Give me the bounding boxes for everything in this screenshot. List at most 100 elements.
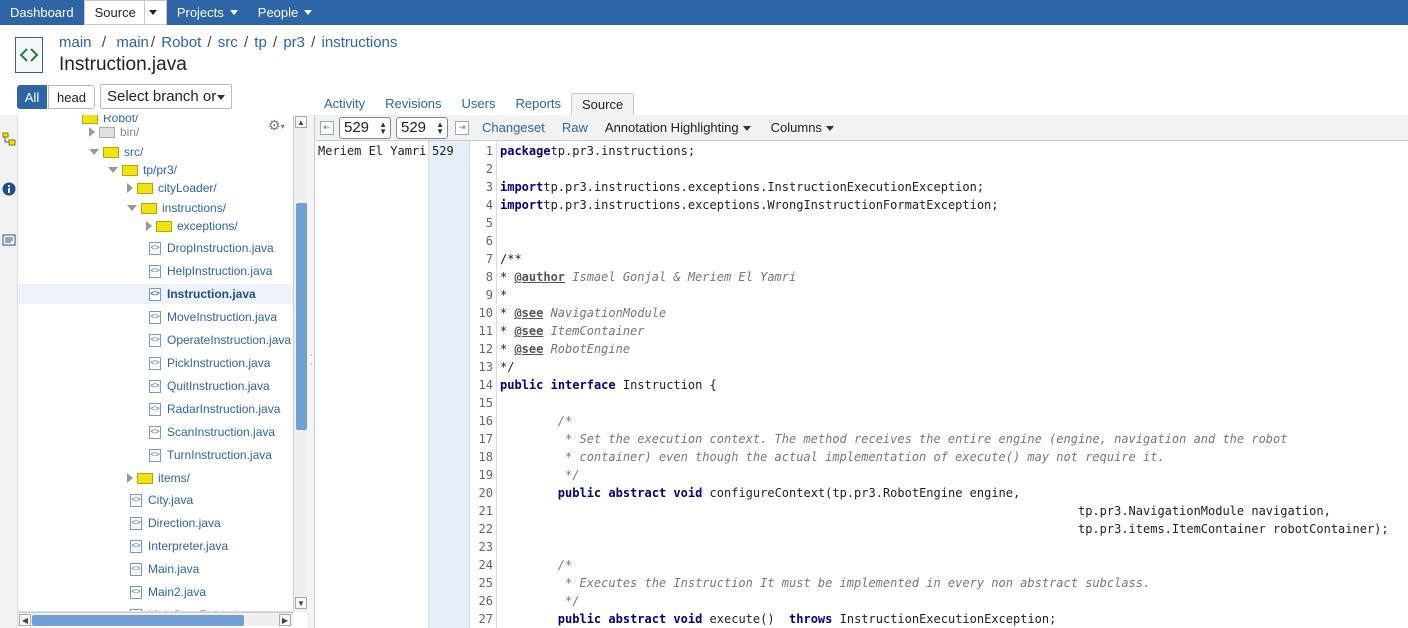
filter-all-button[interactable]: All xyxy=(17,85,47,109)
tree-folder-item[interactable]: items/ xyxy=(18,468,293,488)
tree-file-item[interactable]: <> PickInstruction.java xyxy=(18,353,293,373)
nav-people[interactable]: People xyxy=(248,0,322,25)
line-number[interactable]: 8 xyxy=(486,268,493,286)
breadcrumb-tp[interactable]: tp xyxy=(254,34,267,51)
tree-file-item[interactable]: <> TurnInstruction.java xyxy=(18,445,293,465)
tree-folder-item[interactable]: bin/ xyxy=(18,122,293,142)
annotation-author[interactable]: Meriem El Yamri xyxy=(318,142,426,160)
tab-revisions[interactable]: Revisions xyxy=(375,93,451,115)
collapsed-arrow-icon[interactable] xyxy=(89,127,95,137)
line-number[interactable]: 9 xyxy=(486,286,493,304)
info-icon[interactable] xyxy=(1,181,17,197)
line-number[interactable]: 3 xyxy=(486,178,493,196)
line-number[interactable]: 10 xyxy=(479,304,493,322)
tree-file-item[interactable]: <> MoveInstruction.java xyxy=(18,307,293,327)
line-number[interactable]: 1 xyxy=(486,142,493,160)
columns-menu[interactable]: Columns xyxy=(771,120,834,135)
tree-folder-item[interactable]: tp/pr3/ xyxy=(18,160,293,180)
tree-horizontal-scrollbar[interactable]: ◀ ▶ xyxy=(18,612,293,626)
line-number[interactable]: 23 xyxy=(479,538,493,556)
expanded-arrow-icon[interactable] xyxy=(127,205,137,211)
line-number[interactable]: 12 xyxy=(479,340,493,358)
breadcrumb-main-1[interactable]: main xyxy=(59,34,92,51)
breadcrumb-pr3[interactable]: pr3 xyxy=(283,34,305,51)
tree-file-item[interactable]: <> City.java xyxy=(18,490,293,510)
comments-icon[interactable] xyxy=(1,232,17,248)
filter-head-button[interactable]: head xyxy=(48,85,95,109)
tree-file-item[interactable]: <> Direction.java xyxy=(18,513,293,533)
tree-file-item[interactable]: <> QuitInstruction.java xyxy=(18,376,293,396)
tree-vertical-scrollbar[interactable]: ▲ ▼ xyxy=(293,115,307,612)
line-number[interactable]: 19 xyxy=(479,466,493,484)
line-number[interactable]: 6 xyxy=(486,232,493,250)
previous-revision-icon[interactable]: ⇤ xyxy=(320,120,334,135)
scroll-down-icon[interactable]: ▼ xyxy=(295,597,307,609)
collapsed-arrow-icon[interactable] xyxy=(127,473,133,483)
stepper-arrows-icon[interactable]: ▲ ▼ xyxy=(379,120,387,135)
line-number[interactable]: 18 xyxy=(479,448,493,466)
expanded-arrow-icon[interactable] xyxy=(89,149,99,155)
tree-file-item[interactable]: <> OperateInstruction.java xyxy=(18,330,293,350)
to-revision-stepper[interactable]: 529 ▲ ▼ xyxy=(396,116,448,139)
breadcrumb-main-2[interactable]: main xyxy=(116,34,149,51)
expanded-arrow-icon[interactable] xyxy=(108,167,118,173)
scrollbar-thumb[interactable] xyxy=(296,203,307,430)
tree-file-item[interactable]: <> Main.java xyxy=(18,559,293,579)
line-number[interactable]: 4 xyxy=(486,196,493,214)
line-number[interactable]: 25 xyxy=(479,574,493,592)
branch-select[interactable]: Select branch or xyxy=(100,84,232,109)
line-number[interactable]: 26 xyxy=(479,592,493,610)
line-number[interactable]: 13 xyxy=(479,358,493,376)
tab-users[interactable]: Users xyxy=(452,93,506,115)
tree-file-item[interactable]: <>MainDataRobot.java xyxy=(18,605,293,611)
tree-file-item[interactable]: <> ScanInstruction.java xyxy=(18,422,293,442)
stepper-arrows-icon[interactable]: ▲ ▼ xyxy=(436,120,444,135)
collapsed-arrow-icon[interactable] xyxy=(146,221,152,231)
from-revision-stepper[interactable]: 529 ▲ ▼ xyxy=(339,116,391,139)
raw-link[interactable]: Raw xyxy=(562,120,588,135)
line-number[interactable]: 16 xyxy=(479,412,493,430)
nav-source-dropdown[interactable] xyxy=(143,0,162,25)
tree-folder-item[interactable]: instructions/ xyxy=(18,198,293,218)
tree-file-item[interactable]: <> Interpreter.java xyxy=(18,536,293,556)
gear-icon[interactable]: ⚙▾ xyxy=(268,117,285,134)
tab-activity[interactable]: Activity xyxy=(314,93,375,115)
scrollbar-thumb[interactable] xyxy=(32,615,244,626)
changeset-link[interactable]: Changeset xyxy=(482,120,545,135)
tree-folder-item[interactable]: exceptions/ xyxy=(18,216,293,236)
line-number[interactable]: 27 xyxy=(479,610,493,628)
line-number[interactable]: 21 xyxy=(479,502,493,520)
annotation-revision[interactable]: 529 xyxy=(432,142,454,160)
breadcrumb-src[interactable]: src xyxy=(218,34,238,51)
tree-file-item[interactable]: <> HelpInstruction.java xyxy=(18,261,293,281)
nav-projects[interactable]: Projects xyxy=(167,0,248,25)
line-number[interactable]: 24 xyxy=(479,556,493,574)
nav-dashboard[interactable]: Dashboard xyxy=(0,0,84,25)
line-number[interactable]: 5 xyxy=(486,214,493,232)
breadcrumb-instructions[interactable]: instructions xyxy=(322,34,398,51)
scroll-left-icon[interactable]: ◀ xyxy=(19,614,31,626)
line-number[interactable]: 11 xyxy=(479,322,493,340)
tree-file-item[interactable]: <> DropInstruction.java xyxy=(18,238,293,258)
tree-file-item[interactable]: <> Main2.java xyxy=(18,582,293,602)
line-number[interactable]: 2 xyxy=(486,160,493,178)
nav-source[interactable]: Source xyxy=(83,0,167,25)
tree-structure-icon[interactable] xyxy=(1,131,17,147)
tree-file-item[interactable]: <> Instruction.java xyxy=(18,284,293,304)
tab-reports[interactable]: Reports xyxy=(505,93,571,115)
line-number[interactable]: 22 xyxy=(479,520,493,538)
annotation-highlighting-menu[interactable]: Annotation Highlighting xyxy=(605,120,751,135)
line-number[interactable]: 14 xyxy=(479,376,493,394)
tree-folder-item[interactable]: cityLoader/ xyxy=(18,178,293,198)
tab-source[interactable]: Source xyxy=(571,93,635,115)
scroll-up-icon[interactable]: ▲ xyxy=(295,116,307,128)
tree-folder-item[interactable]: src/ xyxy=(18,142,293,162)
line-number[interactable]: 17 xyxy=(479,430,493,448)
collapsed-arrow-icon[interactable] xyxy=(127,183,133,193)
next-revision-icon[interactable]: ⇥ xyxy=(455,120,469,135)
breadcrumb-robot[interactable]: Robot xyxy=(161,34,201,51)
line-number[interactable]: 7 xyxy=(486,250,493,268)
tree-file-item[interactable]: <> RadarInstruction.java xyxy=(18,399,293,419)
pane-splitter[interactable]: ⋮⋮ xyxy=(307,115,320,628)
line-number[interactable]: 15 xyxy=(479,394,493,412)
